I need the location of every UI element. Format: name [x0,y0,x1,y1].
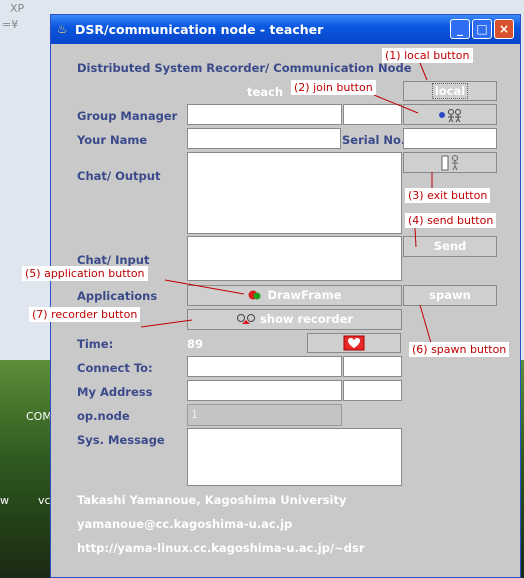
spawn-button[interactable]: spawn [403,285,497,306]
annotation-send: (4) send button [405,213,497,228]
recorder-icon [236,314,255,324]
desktop-icon-label[interactable]: w [0,494,9,507]
annotation-recorder: (7) recorder button [29,307,141,322]
op-node-label: op.node [77,409,130,423]
chat-output-area[interactable] [187,152,402,234]
minimize-button[interactable]: _ [450,19,470,39]
desktop-icon-label[interactable]: vc [38,494,51,507]
send-button[interactable]: Send [403,236,497,257]
annotation-spawn: (6) spawn button [409,342,510,357]
close-button[interactable]: × [494,19,514,39]
desktop-text: =¥ [2,18,19,31]
annotation-exit: (3) exit button [405,188,491,203]
annotation-local: (1) local button [382,48,473,63]
join-button[interactable] [403,104,497,125]
exit-door-icon [441,155,458,171]
time-label: Time: [77,337,114,351]
my-address-label: My Address [77,385,153,399]
show-recorder-button[interactable]: show recorder [187,309,402,330]
url-text: http://yama-linux.cc.kagoshima-u.ac.jp/~… [77,541,365,555]
sys-message-label: Sys. Message [77,433,165,447]
exit-button[interactable] [403,152,497,173]
my-address-port-field[interactable] [343,380,402,401]
author-text: Takashi Yamanoue, Kagoshima University [77,493,347,507]
your-name-label: Your Name [77,133,148,147]
local-button[interactable]: local [403,81,497,101]
email-text: yamanoue@cc.kagoshima-u.ac.jp [77,517,293,531]
heart-button[interactable] [307,333,401,353]
applications-label: Applications [77,289,158,303]
connect-to-field[interactable] [187,356,342,377]
java-cup-icon: ♨ [57,22,68,36]
group-manager-field[interactable] [187,104,342,125]
connect-to-port-field[interactable] [343,356,402,377]
your-name-field[interactable] [187,128,341,149]
annotation-application: (5) application button [22,266,148,281]
desktop-text: XP [10,2,25,15]
role-label: teach [247,85,284,99]
window-title: DSR/communication node - teacher [75,22,324,37]
drawframe-icon [248,290,261,300]
serial-no-field[interactable] [403,128,497,149]
chat-input-label: Chat/ Input [77,253,150,267]
sys-message-area[interactable] [187,428,402,486]
annotation-join: (2) join button [291,80,376,95]
app-window: ♨ DSR/communication node - teacher _ □ ×… [50,14,521,578]
group-manager-label: Group Manager [77,109,178,123]
time-value: 89 [187,337,204,351]
op-node-field: 1 [187,404,342,426]
chat-input-area[interactable] [187,236,402,281]
maximize-button[interactable]: □ [472,19,492,39]
title-bar[interactable]: ♨ DSR/communication node - teacher _ □ × [51,15,520,44]
header-text: Distributed System Recorder/ Communicati… [77,61,412,75]
my-address-field[interactable] [187,380,342,401]
connect-to-label: Connect To: [77,361,153,375]
drawframe-button[interactable]: DrawFrame [187,285,402,306]
chat-output-label: Chat/ Output [77,169,161,183]
group-manager-port-field[interactable] [343,104,402,125]
join-people-icon [439,109,461,123]
desktop-icon-label[interactable]: COM [26,410,52,423]
serial-no-label: Serial No. [342,133,406,147]
heart-icon [343,335,365,351]
